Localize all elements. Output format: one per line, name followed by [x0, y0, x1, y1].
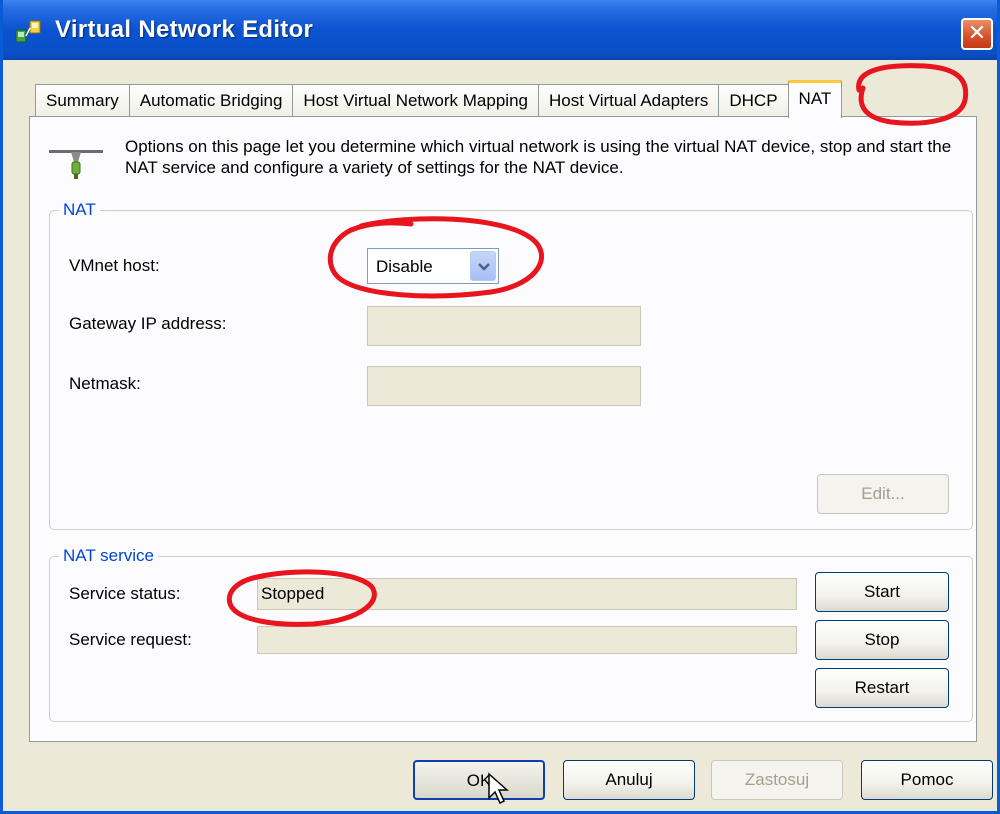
chevron-down-icon[interactable] — [470, 251, 496, 281]
ok-button[interactable]: OK — [413, 760, 545, 800]
service-status-value: Stopped — [261, 584, 325, 603]
tab-summary[interactable]: Summary — [35, 84, 130, 118]
virtual-network-editor-window: Virtual Network Editor ✕ Summary Automat… — [0, 0, 1000, 814]
nat-description: Options on this page let you determine w… — [125, 137, 952, 177]
nat-connector-icon — [49, 150, 103, 179]
close-button[interactable]: ✕ — [961, 18, 993, 50]
tab-dhcp[interactable]: DHCP — [718, 84, 789, 118]
gateway-ip-field[interactable] — [367, 306, 641, 346]
vmnet-host-label: VMnet host: — [69, 256, 160, 275]
window-title: Virtual Network Editor — [55, 16, 314, 43]
netmask-label: Netmask: — [69, 374, 141, 393]
stop-button[interactable]: Stop — [815, 620, 949, 660]
service-status-label: Service status: — [69, 584, 181, 603]
service-request-label: Service request: — [69, 630, 192, 649]
tab-nat[interactable]: NAT — [787, 80, 843, 118]
gateway-ip-label: Gateway IP address: — [69, 314, 227, 333]
network-icon — [15, 20, 41, 43]
nat-group-title: NAT — [59, 200, 100, 220]
start-button[interactable]: Start — [815, 572, 949, 612]
nat-service-group-title: NAT service — [59, 546, 159, 566]
vmnet-host-value: Disable — [376, 257, 433, 276]
apply-button[interactable]: Zastosuj — [711, 760, 843, 800]
close-icon: ✕ — [967, 20, 987, 45]
tab-strip: Summary Automatic Bridging Host Virtual … — [35, 80, 843, 118]
tab-host-virtual-network-mapping[interactable]: Host Virtual Network Mapping — [292, 84, 539, 118]
tab-automatic-bridging[interactable]: Automatic Bridging — [128, 84, 294, 118]
cancel-button[interactable]: Anuluj — [563, 760, 695, 800]
help-button[interactable]: Pomoc — [861, 760, 993, 800]
vmnet-host-select[interactable]: Disable — [367, 248, 499, 284]
tab-host-virtual-adapters[interactable]: Host Virtual Adapters — [537, 84, 720, 118]
title-bar[interactable]: Virtual Network Editor ✕ — [3, 0, 997, 60]
service-status-field — [257, 578, 797, 610]
edit-button[interactable]: Edit... — [817, 474, 949, 514]
netmask-field[interactable] — [367, 366, 641, 406]
service-request-field — [257, 626, 797, 654]
restart-button[interactable]: Restart — [815, 668, 949, 708]
